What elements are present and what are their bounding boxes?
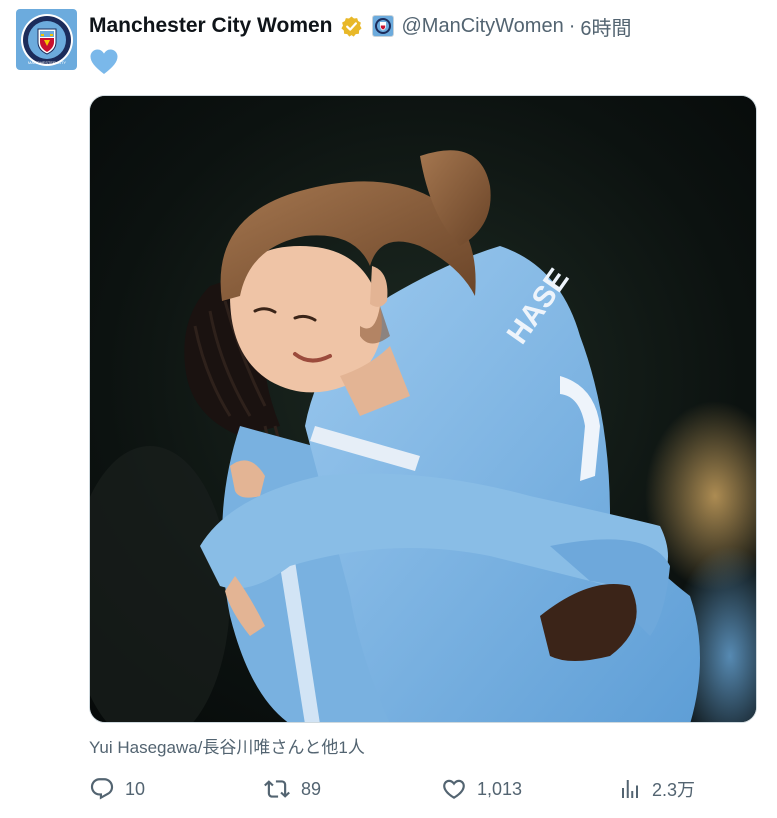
- separator-dot: ·: [568, 14, 576, 37]
- tweet-text: 💙: [89, 48, 119, 83]
- views-button[interactable]: 2.3万: [618, 774, 695, 804]
- avatar[interactable]: MANCHESTER CITY: [16, 9, 77, 70]
- tweet-action-bar: 10 89 1,013 2.3万: [89, 774, 729, 804]
- views-chart-icon: [622, 780, 638, 798]
- user-handle[interactable]: @ManCityWomen: [402, 15, 564, 38]
- retweet-icon: [264, 780, 290, 798]
- reply-button[interactable]: 10: [89, 774, 145, 804]
- like-count: 1,013: [477, 778, 523, 799]
- tweet-photo[interactable]: HASE: [89, 95, 757, 723]
- crest-text: MANCHESTER CITY: [27, 60, 66, 65]
- man-city-crest-icon: MANCHESTER CITY: [20, 13, 73, 66]
- tweet-header: Manchester City Women @ManCityWomen · 6時…: [89, 12, 632, 40]
- verified-gold-badge-icon[interactable]: [340, 15, 363, 38]
- like-button[interactable]: 1,013: [441, 774, 522, 804]
- views-count: 2.3万: [652, 780, 696, 800]
- man-city-affiliate-icon[interactable]: [371, 15, 394, 37]
- blue-heart-icon: [90, 49, 118, 74]
- heart-icon: [443, 779, 465, 799]
- tagged-people-caption[interactable]: Yui Hasegawa/長谷川唯さんと他1人: [89, 733, 365, 758]
- timestamp[interactable]: 6時間: [580, 12, 631, 41]
- display-name[interactable]: Manchester City Women: [89, 14, 333, 38]
- reply-icon: [90, 778, 114, 800]
- reply-count: 10: [125, 778, 146, 799]
- retweet-button[interactable]: 89: [263, 774, 321, 804]
- retweet-count: 89: [301, 778, 322, 799]
